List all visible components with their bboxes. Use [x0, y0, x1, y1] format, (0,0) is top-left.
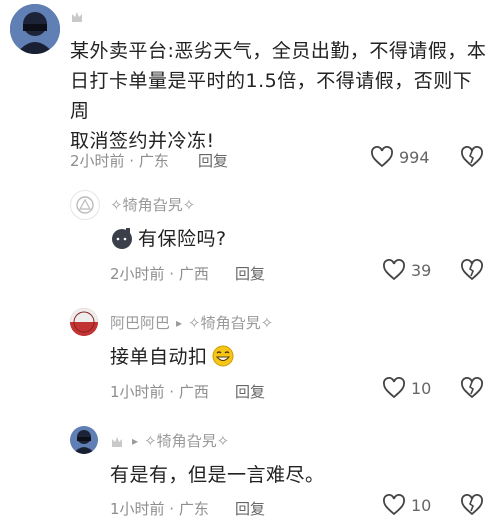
reply-button[interactable]: 回复	[235, 263, 265, 284]
broken-heart-icon	[461, 494, 483, 516]
broken-heart-icon	[461, 259, 483, 281]
avatar-image	[76, 196, 94, 214]
like-button[interactable]: 10	[382, 377, 431, 399]
like-count: 10	[411, 495, 432, 515]
heart-icon	[371, 146, 393, 168]
comment-time-location: 1小时前 · 广东	[110, 500, 209, 518]
comment-text: 接单自动扣	[110, 342, 235, 369]
comment-text-content: 接单自动扣	[110, 346, 208, 368]
comment-author-line: ▸ ✧犄角旮旯✧	[110, 430, 229, 451]
broken-heart-icon	[461, 377, 483, 399]
comment-text-line: 某外卖平台:恶劣天气，全员出勤，不得请假，本	[70, 40, 487, 62]
avatar-image	[10, 4, 60, 54]
reply-button[interactable]: 回复	[235, 498, 265, 519]
reply-target[interactable]: ✧犄角旮旯✧	[144, 430, 229, 451]
heart-icon	[383, 377, 405, 399]
comment-author-line: 阿巴阿巴 ▸ ✧犄角旮旯✧	[110, 312, 273, 333]
grin-emoji-icon	[212, 345, 234, 366]
dislike-button[interactable]	[460, 377, 484, 403]
comment-text: 某外卖平台:恶劣天气，全员出勤，不得请假，本 日打卡单量是平时的1.5倍，不得请…	[70, 36, 490, 156]
comment-text: 有保险吗?	[110, 224, 227, 251]
comment-time-location: 1小时前 · 广西	[110, 383, 209, 401]
comment-author[interactable]: 阿巴阿巴	[110, 312, 170, 333]
bomb-emoji-icon	[112, 227, 132, 249]
like-button[interactable]: 39	[382, 259, 431, 281]
broken-heart-icon	[461, 146, 483, 168]
avatar-image	[70, 308, 98, 336]
dislike-button[interactable]	[460, 146, 484, 172]
like-count: 994	[399, 147, 430, 167]
dislike-button[interactable]	[460, 259, 484, 285]
like-button[interactable]: 994	[370, 146, 430, 168]
dislike-button[interactable]	[460, 494, 484, 520]
like-button[interactable]: 10	[382, 494, 431, 516]
crown-badge-icon	[112, 436, 122, 447]
avatar[interactable]	[70, 308, 98, 336]
comment-time-location: 2小时前 · 广东	[70, 152, 169, 170]
like-count: 10	[411, 378, 432, 398]
like-count: 39	[411, 260, 432, 280]
crown-badge-icon	[70, 8, 84, 27]
heart-icon	[383, 259, 405, 281]
avatar[interactable]	[10, 4, 60, 54]
avatar[interactable]	[70, 426, 98, 454]
avatar-image	[70, 426, 98, 454]
reply-button[interactable]: 回复	[198, 150, 228, 171]
comment-author[interactable]: ✧犄角旮旯✧	[110, 194, 195, 215]
comment-time-location: 2小时前 · 广西	[110, 265, 209, 283]
reply-target[interactable]: ✧犄角旮旯✧	[188, 312, 273, 333]
comment-text-content: 有保险吗?	[138, 228, 227, 250]
comment-text: 有是有，但是一言难尽。	[110, 464, 325, 486]
avatar[interactable]	[70, 190, 100, 220]
heart-icon	[383, 494, 405, 516]
reply-arrow-icon: ▸	[176, 315, 183, 330]
reply-button[interactable]: 回复	[235, 381, 265, 402]
comment-text-line: 日打卡单量是平时的1.5倍，不得请假，否则下周	[70, 70, 473, 122]
reply-arrow-icon: ▸	[132, 433, 139, 448]
